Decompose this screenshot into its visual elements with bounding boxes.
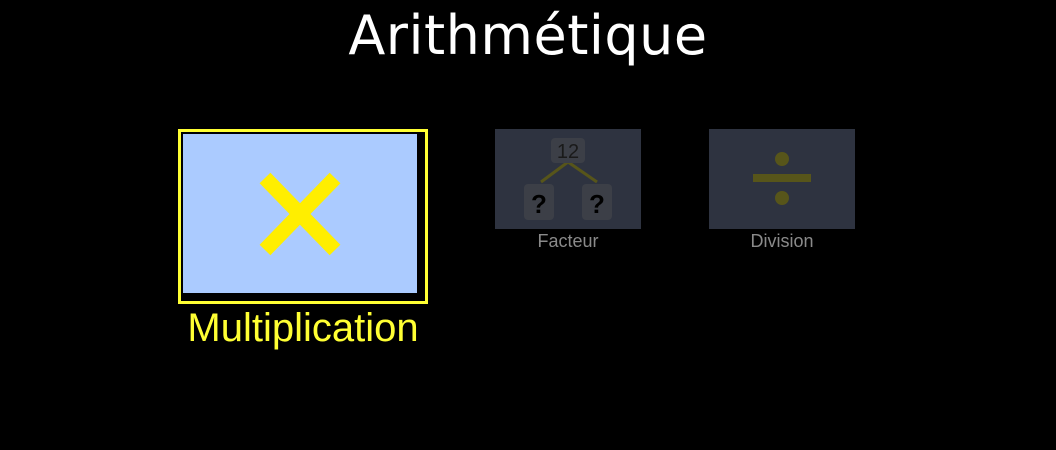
multiply-icon — [259, 172, 341, 256]
tile-multiplication-thumbnail — [183, 134, 417, 293]
arithmetic-menu-page: Arithmétique Multiplication 12 ? ? Facte… — [0, 0, 1056, 450]
tile-division-thumbnail — [709, 129, 855, 229]
factor-tree-icon: 12 ? ? — [524, 138, 612, 220]
factor-right-unknown: ? — [589, 189, 605, 219]
tile-division[interactable]: Division — [709, 129, 855, 251]
factor-root-value: 12 — [557, 141, 579, 163]
tile-multiplication[interactable]: Multiplication — [178, 129, 428, 350]
factor-left-unknown: ? — [531, 189, 547, 219]
page-title: Arithmétique — [348, 4, 708, 67]
tile-multiplication-label: Multiplication — [187, 306, 419, 350]
tile-factor-thumbnail: 12 ? ? — [495, 129, 641, 229]
tile-division-label: Division — [750, 231, 814, 251]
tile-factor-label: Facteur — [537, 231, 599, 251]
tile-factor[interactable]: 12 ? ? Facteur — [495, 129, 641, 251]
divide-icon — [753, 152, 811, 205]
